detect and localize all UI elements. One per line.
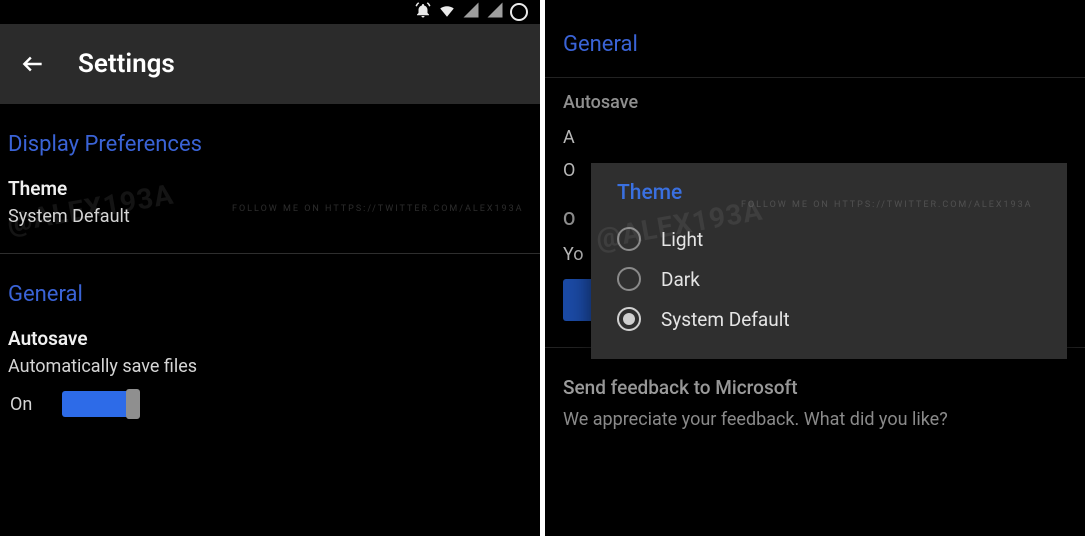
nav-ring-icon bbox=[510, 3, 528, 21]
general-header-right: General bbox=[545, 0, 1085, 77]
theme-option-system-default[interactable]: System Default bbox=[617, 299, 1041, 339]
page-title: Settings bbox=[78, 49, 175, 79]
signal-2-icon bbox=[486, 1, 504, 23]
obscured-line-a: A bbox=[545, 121, 1085, 154]
theme-row[interactable]: Theme System Default bbox=[0, 169, 540, 235]
theme-dialog-title: Theme bbox=[617, 181, 1041, 205]
signal-1-icon bbox=[462, 1, 480, 23]
theme-option-label: Dark bbox=[661, 268, 700, 291]
display-preferences-header: Display Preferences bbox=[0, 104, 540, 169]
autosave-label-right: Autosave bbox=[545, 78, 1085, 121]
theme-title: Theme bbox=[8, 177, 532, 200]
radio-icon bbox=[617, 267, 641, 291]
radio-icon bbox=[617, 227, 641, 251]
autosave-state: On bbox=[10, 394, 32, 415]
right-screenshot: General Autosave A O O Yo Send feedback … bbox=[545, 0, 1085, 536]
wifi-icon bbox=[438, 1, 456, 23]
theme-option-light[interactable]: Light bbox=[617, 219, 1041, 259]
autosave-desc: Automatically save files bbox=[8, 356, 532, 377]
autosave-title: Autosave bbox=[8, 327, 532, 350]
theme-value: System Default bbox=[8, 206, 532, 227]
back-button[interactable] bbox=[20, 51, 46, 77]
app-bar: Settings bbox=[0, 24, 540, 104]
radio-icon-selected bbox=[617, 307, 641, 331]
feedback-row[interactable]: Send feedback to Microsoft We appreciate… bbox=[545, 348, 1085, 438]
left-screenshot: Settings Display Preferences Theme Syste… bbox=[0, 0, 540, 536]
autosave-row: Autosave Automatically save files bbox=[0, 319, 540, 385]
alarm-icon bbox=[414, 1, 432, 23]
theme-option-label: Light bbox=[661, 228, 703, 251]
status-bar bbox=[0, 0, 540, 24]
theme-option-label: System Default bbox=[661, 308, 790, 331]
autosave-switch[interactable] bbox=[62, 391, 140, 417]
feedback-sub: We appreciate your feedback. What did yo… bbox=[563, 409, 1067, 430]
theme-option-dark[interactable]: Dark bbox=[617, 259, 1041, 299]
autosave-toggle-row: On bbox=[0, 385, 540, 417]
general-header: General bbox=[0, 254, 540, 319]
theme-dialog: Theme Light Dark System Default bbox=[591, 163, 1067, 359]
feedback-title: Send feedback to Microsoft bbox=[563, 376, 1067, 399]
